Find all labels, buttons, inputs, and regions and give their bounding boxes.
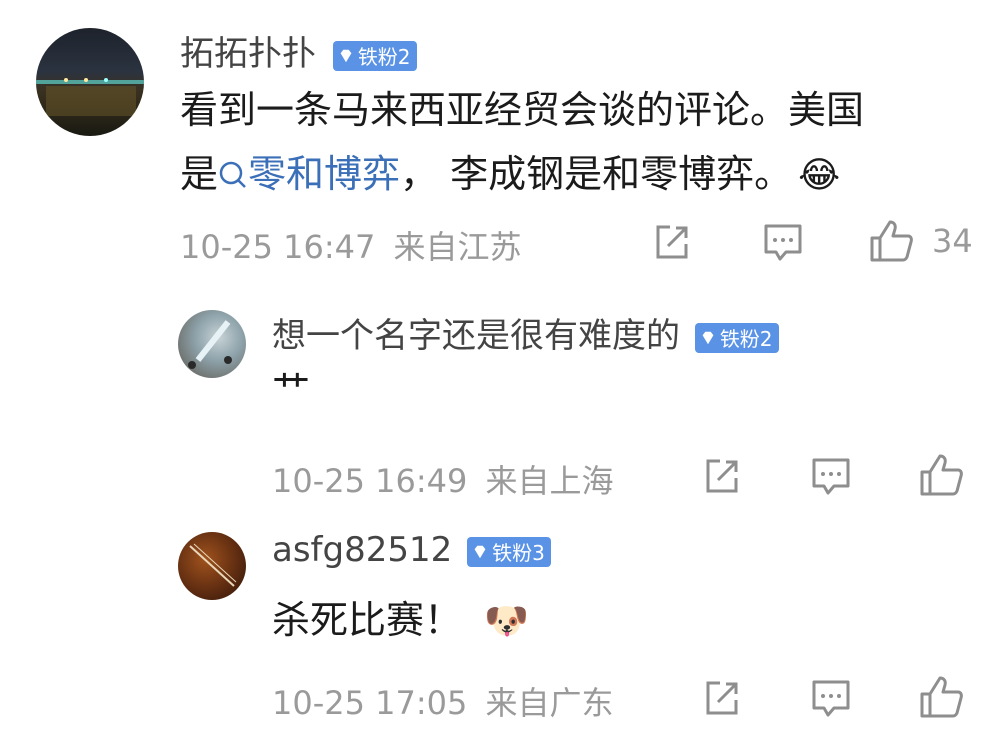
badge-label: 铁粉2 <box>719 327 773 351</box>
topic-link[interactable]: 零和博弈 <box>218 152 400 196</box>
timestamp: 10-25 17:05 <box>272 684 468 722</box>
username[interactable]: 想一个名字还是很有难度的 <box>272 316 680 356</box>
doge-emoji: 🐶 <box>484 601 529 642</box>
comment-text-segment: ， 李成钢是和零博弈。 <box>400 152 793 196</box>
share-icon[interactable] <box>702 678 742 718</box>
location: 来自广东 <box>485 684 614 722</box>
share-icon[interactable] <box>652 222 692 262</box>
reply-icon[interactable] <box>762 222 804 264</box>
comment-text: 杀死比赛！ 🐶 <box>272 588 529 654</box>
comment-meta: 10-25 16:47 来自江苏 <box>180 222 522 268</box>
timestamp: 10-25 16:47 <box>180 228 376 266</box>
comment-text: 艹 <box>272 368 311 412</box>
badge-label: 铁粉3 <box>492 541 545 565</box>
avatar-image <box>36 78 144 116</box>
avatar[interactable] <box>36 28 144 136</box>
fan-badge: 铁粉3 <box>467 536 551 567</box>
avatar[interactable] <box>178 532 246 600</box>
comment-meta: 10-25 17:05 来自广东 <box>272 678 614 724</box>
fan-badge: 铁粉2 <box>694 322 779 353</box>
diamond-icon <box>474 545 486 558</box>
diamond-icon <box>702 331 714 344</box>
reply-icon[interactable] <box>810 456 852 498</box>
diamond-icon <box>340 49 352 62</box>
username[interactable]: 拓拓扑扑 <box>180 34 316 74</box>
like-icon[interactable] <box>918 452 964 498</box>
comment-text-segment: 是 <box>180 152 219 196</box>
laugh-emoji: 😂 <box>798 155 841 196</box>
timestamp: 10-25 16:49 <box>272 462 468 500</box>
like-icon[interactable] <box>868 218 914 264</box>
topic-link-label: 零和博弈 <box>248 152 401 196</box>
location: 来自江苏 <box>393 228 522 266</box>
share-icon[interactable] <box>702 456 742 496</box>
comment-meta: 10-25 16:49 来自上海 <box>272 456 614 502</box>
avatar-image <box>188 320 232 369</box>
reply-icon[interactable] <box>810 678 852 720</box>
username[interactable]: asfg82512 <box>272 530 452 570</box>
fan-badge: 铁粉2 <box>332 40 417 71</box>
comment-text: 看到一条马来西亚经贸会谈的评论。美国 是零和博弈， 李成钢是和零博弈。 😂 <box>180 78 980 208</box>
search-link-icon <box>219 161 246 188</box>
badge-label: 铁粉2 <box>357 45 411 69</box>
avatar[interactable] <box>178 310 246 378</box>
avatar-image <box>189 543 237 587</box>
comment-text-segment: 杀死比赛！ <box>272 598 463 642</box>
comment-text-line: 看到一条马来西亚经贸会谈的评论。美国 <box>180 88 865 132</box>
like-icon[interactable] <box>918 674 964 720</box>
like-count: 34 <box>932 222 973 260</box>
location: 来自上海 <box>485 462 614 500</box>
